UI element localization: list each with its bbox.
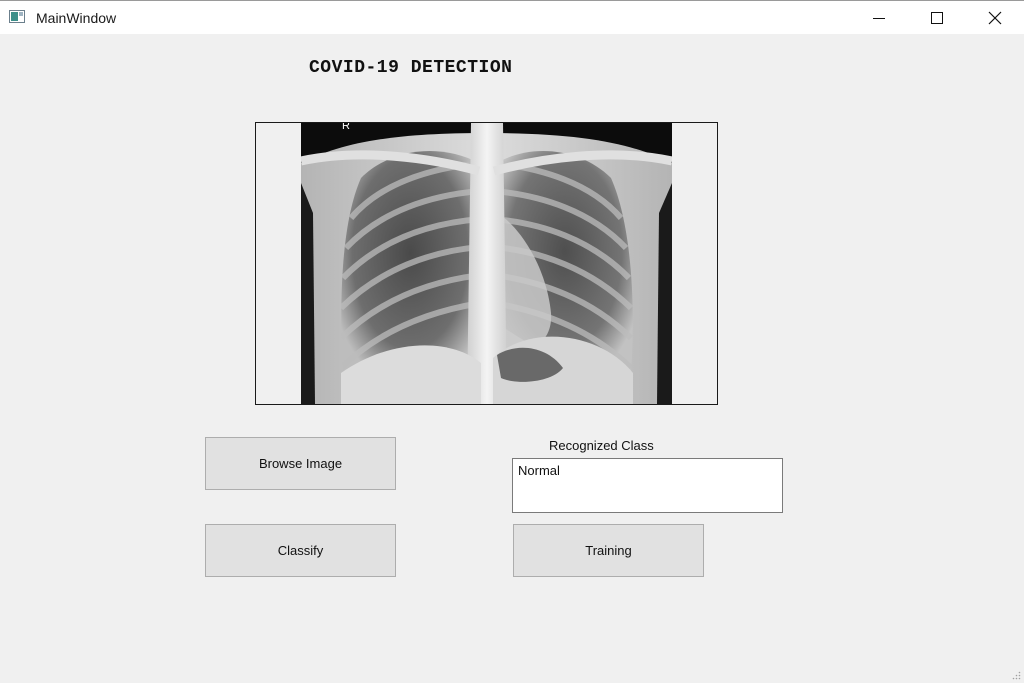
classify-button[interactable]: Classify xyxy=(205,524,396,577)
window-title: MainWindow xyxy=(36,10,117,26)
minimize-button[interactable] xyxy=(850,1,908,34)
app-heading: COVID-19 DETECTION xyxy=(309,58,513,78)
recognized-class-output[interactable]: Normal xyxy=(512,458,783,513)
main-window: MainWindow COVID-19 DETECTION R Browse I… xyxy=(0,0,1024,683)
image-marker-label: R xyxy=(342,123,350,132)
close-button[interactable] xyxy=(966,1,1024,34)
resize-grip-icon[interactable] xyxy=(1011,670,1021,680)
recognized-class-label: Recognized Class xyxy=(549,438,654,453)
chest-xray-image: R xyxy=(301,123,672,404)
training-button[interactable]: Training xyxy=(513,524,704,577)
minimize-icon xyxy=(873,17,885,19)
close-icon xyxy=(988,11,1002,24)
browse-image-button[interactable]: Browse Image xyxy=(205,437,396,490)
maximize-button[interactable] xyxy=(908,1,966,34)
image-display-frame: R xyxy=(255,122,718,405)
app-window-icon xyxy=(9,10,25,23)
title-bar[interactable]: MainWindow xyxy=(0,1,1024,34)
maximize-icon xyxy=(931,11,943,24)
